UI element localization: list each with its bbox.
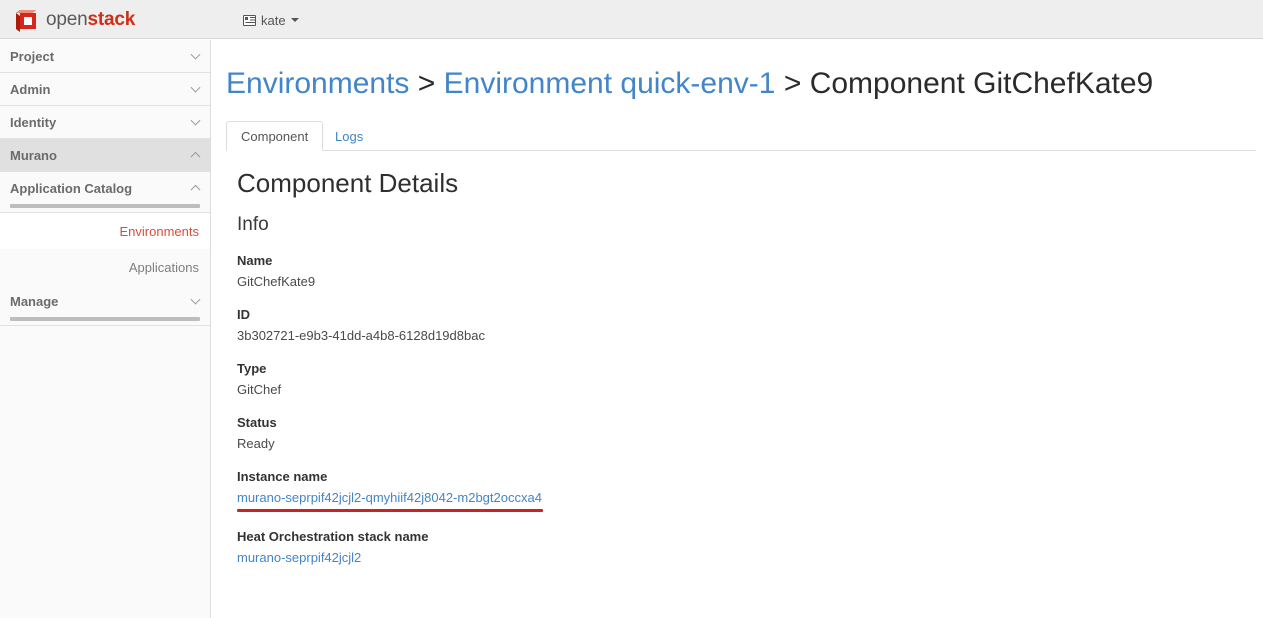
chevron-up-icon bbox=[190, 151, 201, 162]
sidebar-item-environments[interactable]: Environments bbox=[0, 213, 210, 249]
breadcrumb-link-environment[interactable]: Environment quick-env-1 bbox=[444, 67, 776, 100]
heat-stack-name-link[interactable]: murano-seprpif42jcjl2 bbox=[237, 550, 361, 565]
chevron-down-icon bbox=[190, 82, 201, 93]
tab-logs[interactable]: Logs bbox=[321, 121, 377, 151]
field-id-value: 3b302721-e9b3-41dd-a4b8-6128d19d8bac bbox=[237, 328, 485, 343]
field-instance-name-value-wrap: murano-seprpif42jcjl2-qmyhiif42j8042-m2b… bbox=[237, 489, 1137, 512]
red-underline-annotation bbox=[237, 509, 543, 512]
top-navbar: openstack kate bbox=[0, 0, 1263, 39]
sidebar-group-identity: Identity bbox=[0, 106, 210, 139]
field-instance-name: Instance name murano-seprpif42jcjl2-qmyh… bbox=[237, 468, 1137, 512]
breadcrumb-separator: > bbox=[783, 67, 802, 100]
field-heat-stack-name: Heat Orchestration stack name murano-sep… bbox=[237, 528, 1137, 566]
component-details-panel: Component Details Info Name GitChefKate9… bbox=[237, 168, 1137, 582]
sidebar-group-rule bbox=[10, 317, 200, 321]
status-badge: Ready bbox=[237, 436, 275, 451]
chevron-down-icon bbox=[190, 115, 201, 126]
sidebar-item-manage[interactable]: Manage bbox=[0, 285, 210, 317]
sidebar-item-identity-label: Identity bbox=[10, 114, 57, 130]
field-type-label: Type bbox=[237, 361, 267, 376]
field-heat-stack-name-value-wrap: murano-seprpif42jcjl2 bbox=[237, 549, 1137, 566]
sidebar-item-applications-label: Applications bbox=[128, 259, 199, 275]
breadcrumb-link-environments[interactable]: Environments bbox=[226, 67, 409, 100]
sidebar-group-admin: Admin bbox=[0, 73, 210, 106]
sidebar-group-project: Project bbox=[0, 40, 210, 73]
sidebar-group-manage: Applications Manage bbox=[0, 249, 210, 326]
openstack-brand[interactable]: openstack bbox=[14, 7, 135, 33]
chevron-down-icon bbox=[190, 49, 201, 60]
tab-component[interactable]: Component bbox=[226, 121, 324, 151]
field-instance-name-label: Instance name bbox=[237, 469, 328, 484]
field-name: Name GitChefKate9 bbox=[237, 252, 1137, 290]
info-section-heading: Info bbox=[237, 214, 269, 235]
chevron-up-icon bbox=[190, 184, 201, 195]
main-content: Environments > Environment quick-env-1 >… bbox=[212, 40, 1263, 618]
sidebar-item-murano-label: Murano bbox=[10, 147, 57, 163]
chevron-down-icon bbox=[190, 294, 201, 305]
sidebar-item-admin[interactable]: Admin bbox=[0, 73, 210, 105]
sidebar-group-rule bbox=[10, 204, 200, 208]
breadcrumb-separator: > bbox=[417, 67, 436, 100]
field-name-value: GitChefKate9 bbox=[237, 274, 316, 289]
sidebar-item-identity[interactable]: Identity bbox=[0, 106, 210, 138]
field-status: Status Ready bbox=[237, 414, 1137, 452]
user-menu-button[interactable]: kate bbox=[243, 11, 299, 29]
sidebar-item-applications[interactable]: Applications bbox=[0, 249, 210, 285]
field-status-label: Status bbox=[237, 415, 277, 430]
sidebar-group-application-catalog: Application Catalog bbox=[0, 172, 210, 213]
field-type-value: GitChef bbox=[237, 382, 282, 397]
sidebar-item-project[interactable]: Project bbox=[0, 40, 210, 72]
brand-text: openstack bbox=[46, 8, 135, 32]
tab-bar: Component Logs bbox=[226, 121, 1256, 151]
field-heat-stack-name-label: Heat Orchestration stack name bbox=[237, 529, 429, 544]
openstack-cube-icon bbox=[14, 8, 38, 32]
sidebar: Project Admin Identity Murano Applicatio… bbox=[0, 40, 211, 618]
caret-down-icon bbox=[290, 18, 299, 22]
sidebar-item-application-catalog[interactable]: Application Catalog bbox=[0, 172, 210, 204]
field-id: ID 3b302721-e9b3-41dd-a4b8-6128d19d8bac bbox=[237, 306, 1137, 344]
sidebar-item-project-label: Project bbox=[10, 48, 55, 64]
sidebar-group-murano: Murano bbox=[0, 139, 210, 172]
breadcrumb: Environments > Environment quick-env-1 >… bbox=[226, 65, 1153, 103]
tab-logs-label: Logs bbox=[335, 128, 364, 144]
sidebar-item-manage-label: Manage bbox=[10, 293, 59, 309]
instance-name-link[interactable]: murano-seprpif42jcjl2-qmyhiif42j8042-m2b… bbox=[237, 490, 542, 505]
breadcrumb-current: Component GitChefKate9 bbox=[809, 67, 1154, 100]
brand-open-text: open bbox=[46, 9, 88, 30]
sidebar-item-admin-label: Admin bbox=[10, 81, 51, 97]
id-card-icon bbox=[243, 14, 256, 26]
brand-stack-text: stack bbox=[87, 9, 136, 30]
field-type: Type GitChef bbox=[237, 360, 1137, 398]
field-name-label: Name bbox=[237, 253, 273, 268]
field-id-label: ID bbox=[237, 307, 250, 322]
user-name-label: kate bbox=[261, 12, 286, 28]
tab-component-label: Component bbox=[241, 128, 309, 144]
sidebar-item-application-catalog-label: Application Catalog bbox=[10, 180, 133, 196]
instance-name-annotated: murano-seprpif42jcjl2-qmyhiif42j8042-m2b… bbox=[237, 489, 543, 512]
sidebar-item-murano[interactable]: Murano bbox=[0, 139, 210, 171]
page-title: Component Details bbox=[237, 168, 459, 198]
sidebar-item-environments-label: Environments bbox=[119, 223, 199, 239]
